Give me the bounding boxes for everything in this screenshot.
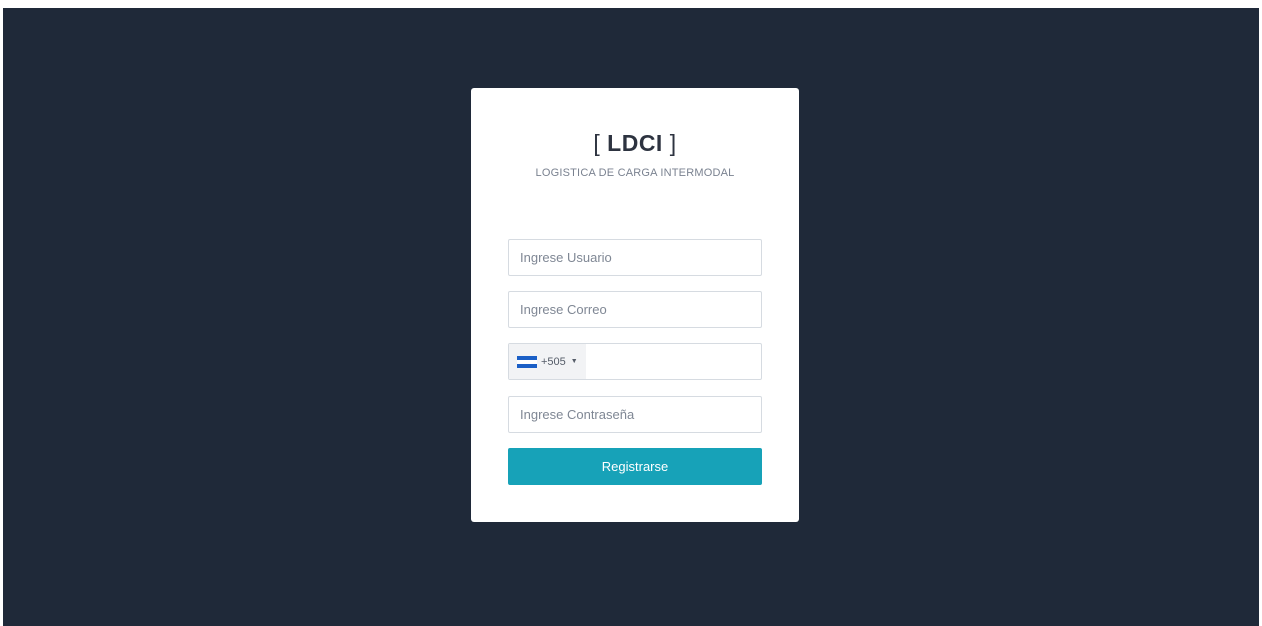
username-field	[508, 239, 762, 276]
email-field	[508, 291, 762, 328]
register-card: [ LDCI ] LOGISTICA DE CARGA INTERMODAL +…	[471, 88, 799, 522]
register-button[interactable]: Registrarse	[508, 448, 762, 485]
nicaragua-flag-icon	[517, 355, 537, 368]
username-input[interactable]	[509, 240, 761, 275]
phone-field: +505 ▼	[508, 343, 762, 380]
brand-subtitle: LOGISTICA DE CARGA INTERMODAL	[535, 167, 735, 179]
brand-name: LDCI	[607, 130, 663, 156]
brand-logo: [ LDCI ]	[471, 130, 799, 157]
brand-bracket-close: ]	[662, 130, 677, 156]
password-field	[508, 396, 762, 433]
email-input[interactable]	[509, 292, 761, 327]
page-background: [ LDCI ] LOGISTICA DE CARGA INTERMODAL +…	[3, 8, 1259, 626]
country-code-selector[interactable]: +505 ▼	[509, 344, 586, 379]
caret-down-icon: ▼	[570, 358, 578, 365]
brand-bracket-open: [	[593, 130, 608, 156]
password-input[interactable]	[509, 397, 761, 432]
country-dial-code: +505	[541, 355, 566, 368]
phone-input[interactable]	[586, 344, 761, 379]
